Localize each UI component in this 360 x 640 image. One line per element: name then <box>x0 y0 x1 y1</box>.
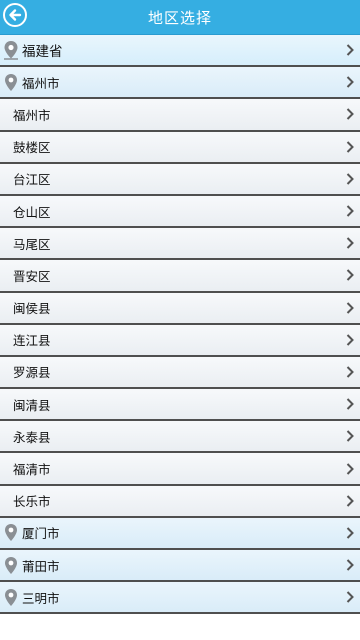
map-pin-icon <box>3 555 19 575</box>
app-header: 地区选择 <box>0 0 360 35</box>
chevron-right-icon <box>345 590 355 604</box>
district-row[interactable]: 罗源县 <box>0 356 360 390</box>
district-label: 罗源县 <box>13 365 51 381</box>
chevron-right-icon <box>345 301 355 315</box>
city-label: 厦门市 <box>22 526 60 542</box>
district-label: 永泰县 <box>13 429 51 445</box>
district-row[interactable]: 闽侯县 <box>0 292 360 325</box>
page-title: 地区选择 <box>147 8 212 27</box>
map-pin-icon <box>3 587 19 607</box>
district-row[interactable]: 永泰县 <box>0 421 360 454</box>
province-row[interactable]: 福建省 <box>0 35 360 68</box>
map-pin-icon <box>3 523 19 543</box>
map-pin-icon <box>3 72 19 92</box>
arrow-left-icon <box>9 9 22 21</box>
district-label: 闽侯县 <box>13 301 51 317</box>
district-row[interactable]: 仓山区 <box>0 195 360 229</box>
district-row[interactable]: 鼓楼区 <box>0 131 360 164</box>
district-row[interactable]: 台江区 <box>0 163 360 196</box>
district-label: 鼓楼区 <box>13 140 51 156</box>
district-row[interactable]: 马尾区 <box>0 228 360 261</box>
chevron-right-icon <box>345 236 355 250</box>
chevron-right-icon <box>345 172 355 186</box>
chevron-right-icon <box>345 462 355 476</box>
city-label: 福州市 <box>22 75 60 91</box>
district-label: 福州市 <box>13 107 51 123</box>
district-label: 福清市 <box>13 462 51 478</box>
district-label: 晋安区 <box>13 268 51 284</box>
chevron-right-icon <box>345 75 355 89</box>
region-list: 福建省 福州市 福州市 鼓楼区 台江区 仓山区 马尾区 晋安区 闽侯县 连江县 … <box>0 35 360 615</box>
chevron-right-icon <box>345 140 355 154</box>
map-pin-icon <box>3 40 19 60</box>
district-label: 马尾区 <box>13 236 51 252</box>
chevron-right-icon <box>345 365 355 379</box>
district-label: 连江县 <box>13 333 51 349</box>
city-row[interactable]: 莆田市 <box>0 550 360 583</box>
back-button[interactable] <box>3 3 27 27</box>
chevron-right-icon <box>345 429 355 443</box>
district-row[interactable]: 福州市 <box>0 99 360 132</box>
chevron-right-icon <box>345 204 355 218</box>
district-label: 闽清县 <box>13 397 51 413</box>
district-label: 仓山区 <box>13 204 51 220</box>
district-row[interactable]: 长乐市 <box>0 485 360 518</box>
chevron-right-icon <box>345 397 355 411</box>
city-label: 三明市 <box>22 590 60 606</box>
district-row[interactable]: 连江县 <box>0 324 360 357</box>
province-label: 福建省 <box>22 44 63 61</box>
district-row[interactable]: 闽清县 <box>0 389 360 422</box>
city-row[interactable]: 三明市 <box>0 582 360 615</box>
chevron-right-icon <box>345 333 355 347</box>
district-label: 台江区 <box>13 172 51 188</box>
city-row[interactable]: 厦门市 <box>0 517 360 550</box>
district-row[interactable]: 福清市 <box>0 453 360 486</box>
district-row[interactable]: 晋安区 <box>0 260 360 293</box>
district-label: 长乐市 <box>13 494 51 510</box>
city-label: 莆田市 <box>22 558 60 574</box>
chevron-right-icon <box>345 558 355 572</box>
chevron-right-icon <box>345 43 355 57</box>
city-row[interactable]: 福州市 <box>0 67 360 100</box>
chevron-right-icon <box>345 494 355 508</box>
chevron-right-icon <box>345 107 355 121</box>
chevron-right-icon <box>345 526 355 540</box>
chevron-right-icon <box>345 268 355 282</box>
